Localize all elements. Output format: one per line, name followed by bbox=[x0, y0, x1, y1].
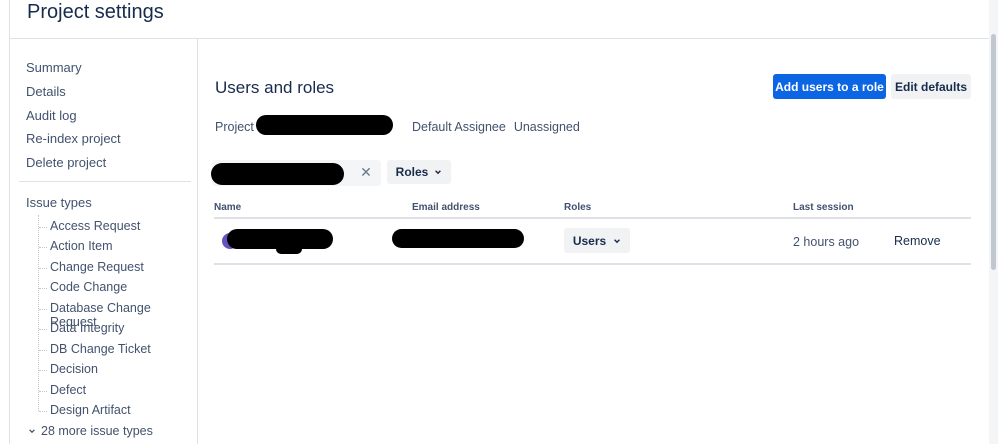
column-header-last-session: Last session bbox=[793, 202, 854, 213]
default-assignee-label: Default Assignee bbox=[412, 120, 506, 134]
more-issue-types-label: 28 more issue types bbox=[41, 424, 153, 438]
chevron-down-icon bbox=[614, 238, 621, 243]
chevron-down-icon bbox=[435, 170, 442, 175]
table-header-divider bbox=[214, 217, 971, 219]
redaction-mark bbox=[392, 229, 524, 248]
sidebar: Summary Details Audit log Re-index proje… bbox=[9, 39, 198, 444]
default-assignee-value: Unassigned bbox=[513, 120, 580, 134]
tree-guide bbox=[38, 215, 39, 411]
page-title: Project settings bbox=[27, 1, 164, 23]
close-icon[interactable]: ✕ bbox=[359, 164, 373, 181]
column-header-email: Email address bbox=[412, 202, 480, 213]
issue-type-item[interactable]: Defect bbox=[38, 383, 86, 397]
sidebar-item-delete[interactable]: Delete project bbox=[26, 155, 106, 170]
section-title: Users and roles bbox=[215, 78, 335, 97]
issue-type-item[interactable]: Code Change bbox=[38, 280, 127, 294]
column-header-roles: Roles bbox=[564, 202, 592, 213]
issue-type-item[interactable]: Change Request bbox=[39, 260, 144, 274]
sidebar-item-reindex[interactable]: Re-index project bbox=[26, 131, 121, 146]
more-issue-types-toggle[interactable]: 28 more issue types bbox=[28, 424, 153, 438]
redaction-mark bbox=[211, 163, 344, 185]
page-header: Project settings bbox=[9, 0, 997, 39]
sidebar-item-summary[interactable]: Summary bbox=[26, 60, 82, 75]
issue-type-item[interactable]: DB Change Ticket bbox=[39, 342, 151, 356]
issue-type-item[interactable]: Access Request bbox=[38, 219, 140, 233]
sidebar-item-details[interactable]: Details bbox=[26, 84, 66, 99]
issue-type-item[interactable]: Data Integrity bbox=[38, 321, 124, 335]
main-content: Users and roles Add users to a role Edit… bbox=[199, 39, 989, 444]
remove-button[interactable]: Remove bbox=[894, 234, 941, 248]
sidebar-item-audit-log[interactable]: Audit log bbox=[26, 108, 77, 123]
add-users-button[interactable]: Add users to a role bbox=[773, 74, 886, 99]
default-assignee: Default Assignee Unassigned bbox=[412, 120, 580, 134]
issue-type-item[interactable]: Action Item bbox=[39, 239, 113, 253]
scrollbar-thumb[interactable] bbox=[991, 34, 996, 270]
issue-type-item[interactable]: Design Artifact bbox=[39, 403, 131, 417]
issue-type-item[interactable]: Decision bbox=[39, 362, 98, 376]
role-dropdown-label: Users bbox=[572, 233, 607, 248]
sidebar-divider bbox=[19, 181, 191, 182]
role-dropdown[interactable]: Users bbox=[564, 228, 630, 253]
roles-filter-dropdown[interactable]: Roles bbox=[387, 160, 451, 184]
roles-filter-label: Roles bbox=[395, 165, 429, 179]
sidebar-item-issue-types[interactable]: Issue types bbox=[26, 195, 92, 210]
redaction-mark bbox=[276, 244, 302, 254]
redaction-mark bbox=[256, 115, 393, 135]
chevron-down-icon bbox=[29, 429, 35, 434]
edit-defaults-button[interactable]: Edit defaults bbox=[891, 74, 971, 99]
last-session-value: 2 hours ago bbox=[793, 235, 860, 249]
column-header-name: Name bbox=[214, 202, 242, 213]
table-row-divider bbox=[214, 263, 971, 265]
